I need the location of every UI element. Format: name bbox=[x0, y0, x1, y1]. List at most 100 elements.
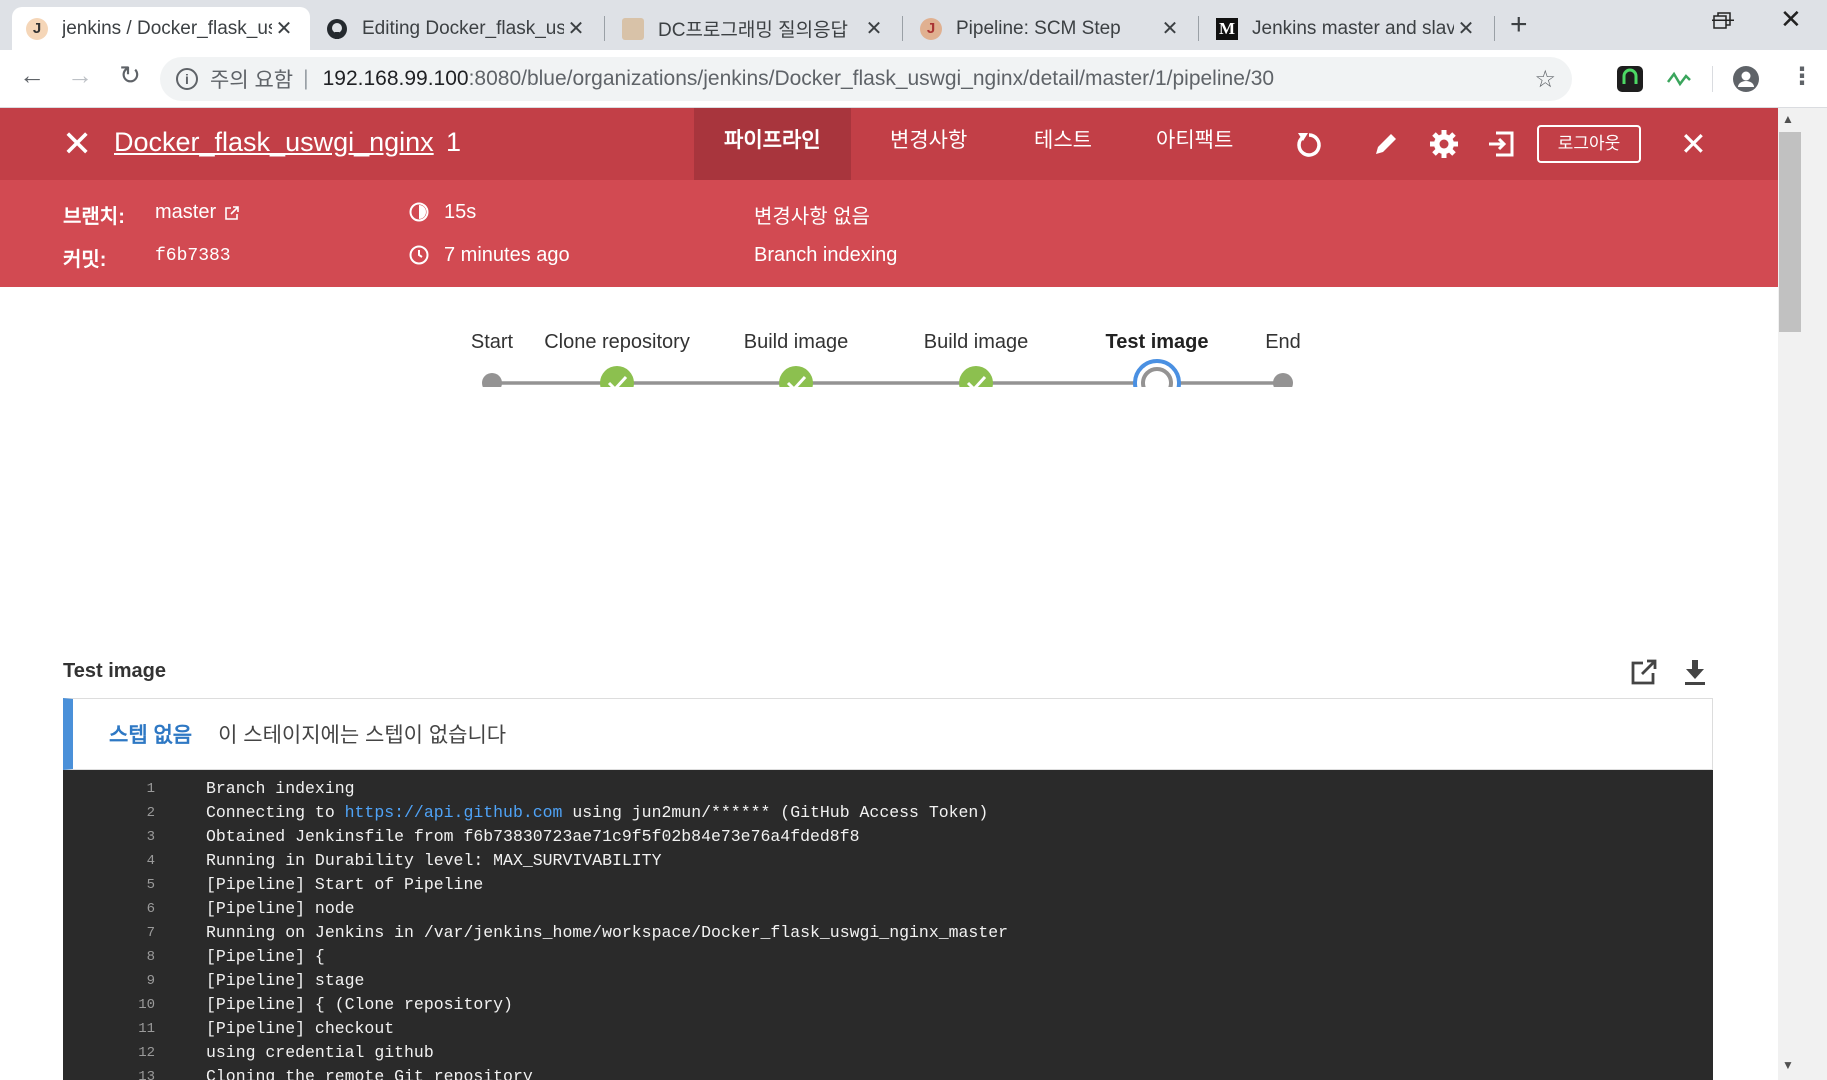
scrollbar-thumb[interactable] bbox=[1779, 132, 1801, 332]
menu-kebab-icon[interactable]: ⋮ bbox=[1790, 62, 1814, 91]
extension-icon[interactable] bbox=[1617, 66, 1643, 92]
settings-gear-icon[interactable] bbox=[1424, 124, 1464, 164]
log-line-number[interactable]: 11 bbox=[63, 1017, 155, 1041]
stage-label[interactable]: Start bbox=[471, 331, 514, 353]
log-line: 9 [Pipeline] stage bbox=[63, 969, 1713, 993]
logout-button[interactable]: 로그아웃 bbox=[1537, 125, 1641, 163]
log-line: 4 Running in Durability level: MAX_SURVIV… bbox=[63, 849, 1713, 873]
log-line-number[interactable]: 7 bbox=[63, 921, 155, 945]
no-steps-notice: 스텝 없음 이 스테이지에는 스텝이 없습니다 bbox=[63, 698, 1713, 770]
log-line: 1 Branch indexing bbox=[63, 777, 1713, 801]
browser-tab-scm-step[interactable]: J Pipeline: SCM Step ✕ bbox=[906, 7, 1196, 50]
url-host: 192.168.99.100 bbox=[322, 67, 469, 90]
stage-label[interactable]: Test image bbox=[1106, 331, 1209, 353]
log-line-text: using credential github bbox=[206, 1043, 434, 1062]
log-line: 3 Obtained Jenkinsfile from f6b73830723ae… bbox=[63, 825, 1713, 849]
tab-separator bbox=[1198, 16, 1199, 41]
close-tab-icon[interactable]: ✕ bbox=[1158, 16, 1182, 41]
log-line-text: Running in Durability level: MAX_SURVIVA… bbox=[206, 851, 662, 870]
log-line-number[interactable]: 9 bbox=[63, 969, 155, 993]
log-line-number[interactable]: 13 bbox=[63, 1065, 155, 1080]
profile-avatar[interactable] bbox=[1733, 66, 1759, 92]
log-line: 11 [Pipeline] checkout bbox=[63, 1017, 1713, 1041]
info-icon[interactable]: i bbox=[176, 68, 198, 90]
download-icon[interactable] bbox=[1678, 655, 1712, 689]
log-link[interactable]: https://api.github.com bbox=[345, 803, 563, 822]
stage-terminal-node bbox=[1273, 373, 1293, 387]
close-tab-icon[interactable]: ✕ bbox=[1454, 16, 1478, 41]
new-tab-button[interactable]: + bbox=[1510, 8, 1528, 42]
log-line-text: [Pipeline] node bbox=[206, 899, 355, 918]
tab-artifacts[interactable]: 아티팩트 bbox=[1126, 108, 1263, 180]
branch-label: 브랜치: bbox=[63, 206, 125, 228]
bookmark-star-icon[interactable]: ☆ bbox=[1534, 65, 1556, 94]
log-line-number[interactable]: 1 bbox=[63, 777, 155, 801]
tab-separator bbox=[604, 16, 605, 41]
jenkins-icon: J bbox=[920, 17, 942, 40]
duration-icon bbox=[409, 202, 429, 228]
log-line-text: Running on Jenkins in /var/jenkins_home/… bbox=[206, 923, 1009, 942]
vertical-scrollbar[interactable]: ▲ ▼ bbox=[1778, 108, 1827, 1080]
close-icon[interactable]: ✕ bbox=[1680, 124, 1707, 164]
external-link-icon[interactable] bbox=[224, 204, 240, 227]
close-tab-icon[interactable]: ✕ bbox=[564, 16, 588, 41]
close-tab-icon[interactable]: ✕ bbox=[862, 16, 886, 41]
stage-success-node[interactable] bbox=[959, 366, 993, 387]
log-line-number[interactable]: 3 bbox=[63, 825, 155, 849]
browser-tab-jenkins[interactable]: J jenkins / Docker_flask_uswgi_nginx ✕ bbox=[12, 7, 310, 50]
clock-icon bbox=[409, 245, 429, 271]
browser-tab-strip: J jenkins / Docker_flask_uswgi_nginx ✕ E… bbox=[0, 0, 1827, 50]
console-log[interactable]: 1 Branch indexing 2 Connecting to https://a… bbox=[63, 770, 1713, 1080]
edit-pencil-icon[interactable] bbox=[1366, 124, 1406, 164]
open-in-new-icon[interactable] bbox=[1627, 655, 1661, 689]
tab-title: DC프로그래밍 질의응답 bbox=[658, 20, 849, 41]
stage-label[interactable]: End bbox=[1265, 331, 1301, 353]
log-line: 7 Running on Jenkins in /var/jenkins_home… bbox=[63, 921, 1713, 945]
reload-icon[interactable]: ↻ bbox=[112, 60, 148, 91]
stage-log-title: Test image bbox=[63, 660, 166, 682]
tab-tests[interactable]: 테스트 bbox=[1004, 108, 1122, 180]
close-icon[interactable]: ✕ bbox=[62, 124, 92, 164]
log-line-text: [Pipeline] checkout bbox=[206, 1019, 395, 1038]
branch-value[interactable]: master bbox=[155, 201, 216, 224]
tab-changes[interactable]: 변경사항 bbox=[860, 108, 997, 180]
scroll-down-icon[interactable]: ▼ bbox=[1782, 1058, 1794, 1072]
address-bar[interactable]: i 주의 요함 | 192.168.99.100 :8080/blue/orga… bbox=[160, 57, 1572, 101]
log-line-number[interactable]: 10 bbox=[63, 993, 155, 1017]
tab-pipeline[interactable]: 파이프라인 bbox=[694, 108, 851, 180]
commit-value[interactable]: f6b7383 bbox=[155, 246, 231, 266]
activity-extension-icon[interactable] bbox=[1666, 66, 1692, 92]
open-classic-icon[interactable] bbox=[1481, 124, 1521, 164]
log-line: 13 Cloning the remote Git repository bbox=[63, 1065, 1713, 1080]
scroll-up-icon[interactable]: ▲ bbox=[1782, 112, 1794, 126]
log-line-text: [Pipeline] Start of Pipeline bbox=[206, 875, 484, 894]
url-path: :8080/blue/organizations/jenkins/Docker_… bbox=[468, 67, 1275, 90]
stage-success-node[interactable] bbox=[779, 366, 813, 387]
log-line-number[interactable]: 5 bbox=[63, 873, 155, 897]
stage-label[interactable]: Build image bbox=[924, 331, 1029, 353]
stage-label[interactable]: Clone repository bbox=[544, 331, 690, 353]
rerun-icon[interactable] bbox=[1289, 124, 1329, 164]
log-line-text: Cloning the remote Git repository bbox=[206, 1067, 533, 1080]
restore-icon[interactable] bbox=[1713, 12, 1731, 30]
stage-success-node[interactable] bbox=[600, 366, 634, 387]
close-tab-icon[interactable]: ✕ bbox=[272, 16, 296, 41]
stage-label[interactable]: Build image bbox=[744, 331, 849, 353]
pipeline-graph-svg: Start Clone repository Build image Build im… bbox=[471, 331, 1301, 387]
log-line-text: Branch indexing bbox=[206, 779, 355, 798]
log-line-number[interactable]: 6 bbox=[63, 897, 155, 921]
browser-tab-medium[interactable]: M Jenkins master and slave ✕ bbox=[1202, 7, 1492, 50]
pipeline-name-link[interactable]: Docker_flask_uswgi_nginx bbox=[114, 127, 434, 158]
tab-title: jenkins / Docker_flask_uswgi_nginx bbox=[62, 17, 272, 39]
log-line-number[interactable]: 8 bbox=[63, 945, 155, 969]
commit-label: 커밋: bbox=[63, 249, 107, 271]
browser-tab-github[interactable]: Editing Docker_flask_uswgi_nginx ✕ bbox=[312, 7, 602, 50]
run-number: 1 bbox=[446, 127, 462, 157]
close-window-icon[interactable]: ✕ bbox=[1780, 4, 1802, 35]
log-line-number[interactable]: 4 bbox=[63, 849, 155, 873]
log-line-number[interactable]: 2 bbox=[63, 801, 155, 825]
browser-tab-dc[interactable]: DC프로그래밍 질의응답 ✕ bbox=[608, 7, 900, 50]
forward-icon[interactable]: → bbox=[62, 60, 98, 91]
back-icon[interactable]: ← bbox=[14, 60, 50, 91]
log-line-number[interactable]: 12 bbox=[63, 1041, 155, 1065]
